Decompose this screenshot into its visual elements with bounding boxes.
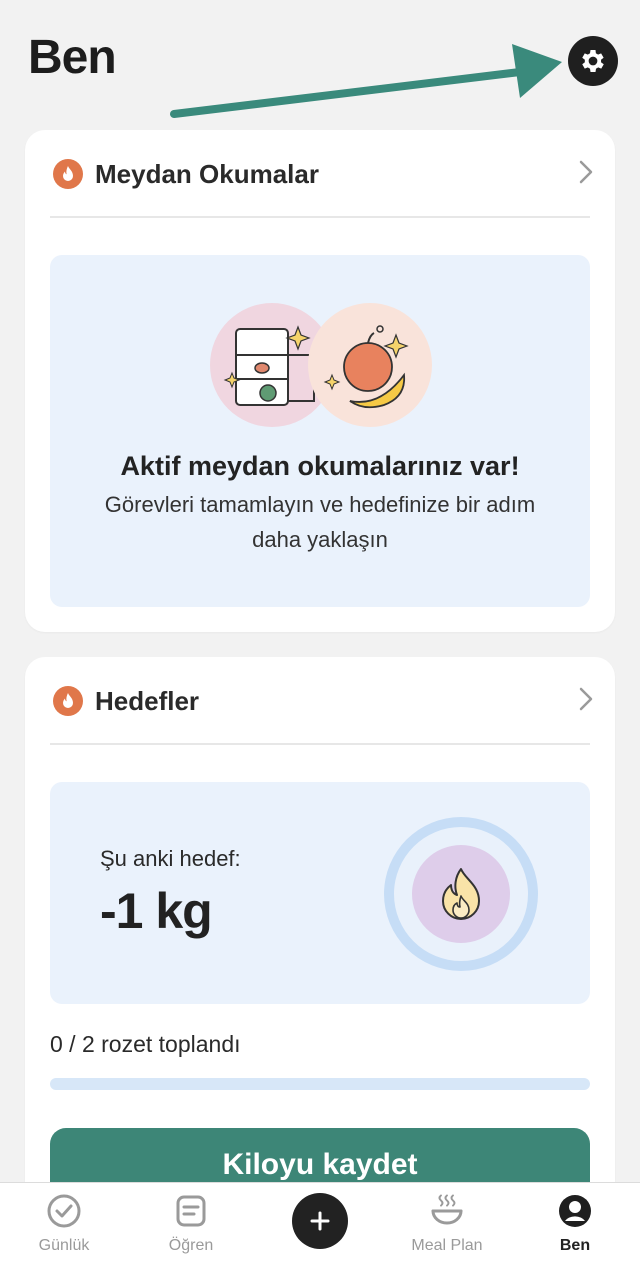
tab-gunluk[interactable]: Günlük	[4, 1193, 124, 1255]
divider	[50, 216, 590, 218]
bowl-icon	[431, 1194, 463, 1225]
challenges-subtext: Görevleri tamamlayın ve hedefinize bir a…	[104, 492, 536, 552]
check-circle-icon	[47, 1194, 81, 1228]
challenges-illustration	[210, 303, 432, 427]
fire-icon	[442, 868, 480, 920]
add-button[interactable]	[292, 1193, 348, 1249]
badges-progress-bar	[50, 1078, 590, 1090]
tab-ben[interactable]: Ben	[515, 1193, 635, 1255]
goals-title: Hedefler	[95, 685, 200, 716]
challenges-title: Meydan Okumalar	[95, 158, 319, 189]
chevron-right-icon[interactable]	[579, 687, 593, 711]
divider	[50, 743, 590, 745]
challenges-header[interactable]: Meydan Okumalar	[25, 130, 615, 218]
tab-ogren[interactable]: Öğren	[131, 1193, 251, 1255]
flame-icon	[53, 686, 83, 716]
current-goal-label: Şu anki hedef:	[100, 846, 241, 871]
challenges-panel: Aktif meydan okumalarınız var! Görevleri…	[50, 255, 590, 607]
tab-meal-plan[interactable]: Meal Plan	[387, 1193, 507, 1255]
chevron-right-icon[interactable]	[579, 160, 593, 184]
bottom-tab-bar: Günlük Öğren Meal Plan Ben	[0, 1182, 640, 1280]
tab-label: Meal Plan	[411, 1237, 483, 1254]
annotation-arrow	[170, 44, 562, 118]
challenges-card: Meydan Okumalar Aktif meydan okumalarını…	[25, 130, 615, 632]
goal-ring	[384, 817, 538, 971]
settings-button[interactable]	[568, 36, 618, 86]
gear-icon	[582, 50, 604, 72]
profile-icon	[559, 1195, 591, 1227]
tab-label: Öğren	[168, 1237, 214, 1254]
goals-header[interactable]: Hedefler	[25, 657, 615, 745]
challenges-heading: Aktif meydan okumalarınız var!	[120, 451, 520, 481]
plus-icon	[310, 1211, 330, 1231]
note-icon	[176, 1195, 206, 1227]
tab-label: Ben	[559, 1237, 591, 1254]
current-goal-value: -1 kg	[100, 883, 213, 939]
badges-progress-text: 0 / 2 rozet toplandı	[50, 1031, 241, 1057]
flame-icon	[53, 159, 83, 189]
tab-label: Günlük	[38, 1237, 90, 1254]
current-goal-panel: Şu anki hedef: -1 kg	[50, 782, 590, 1004]
